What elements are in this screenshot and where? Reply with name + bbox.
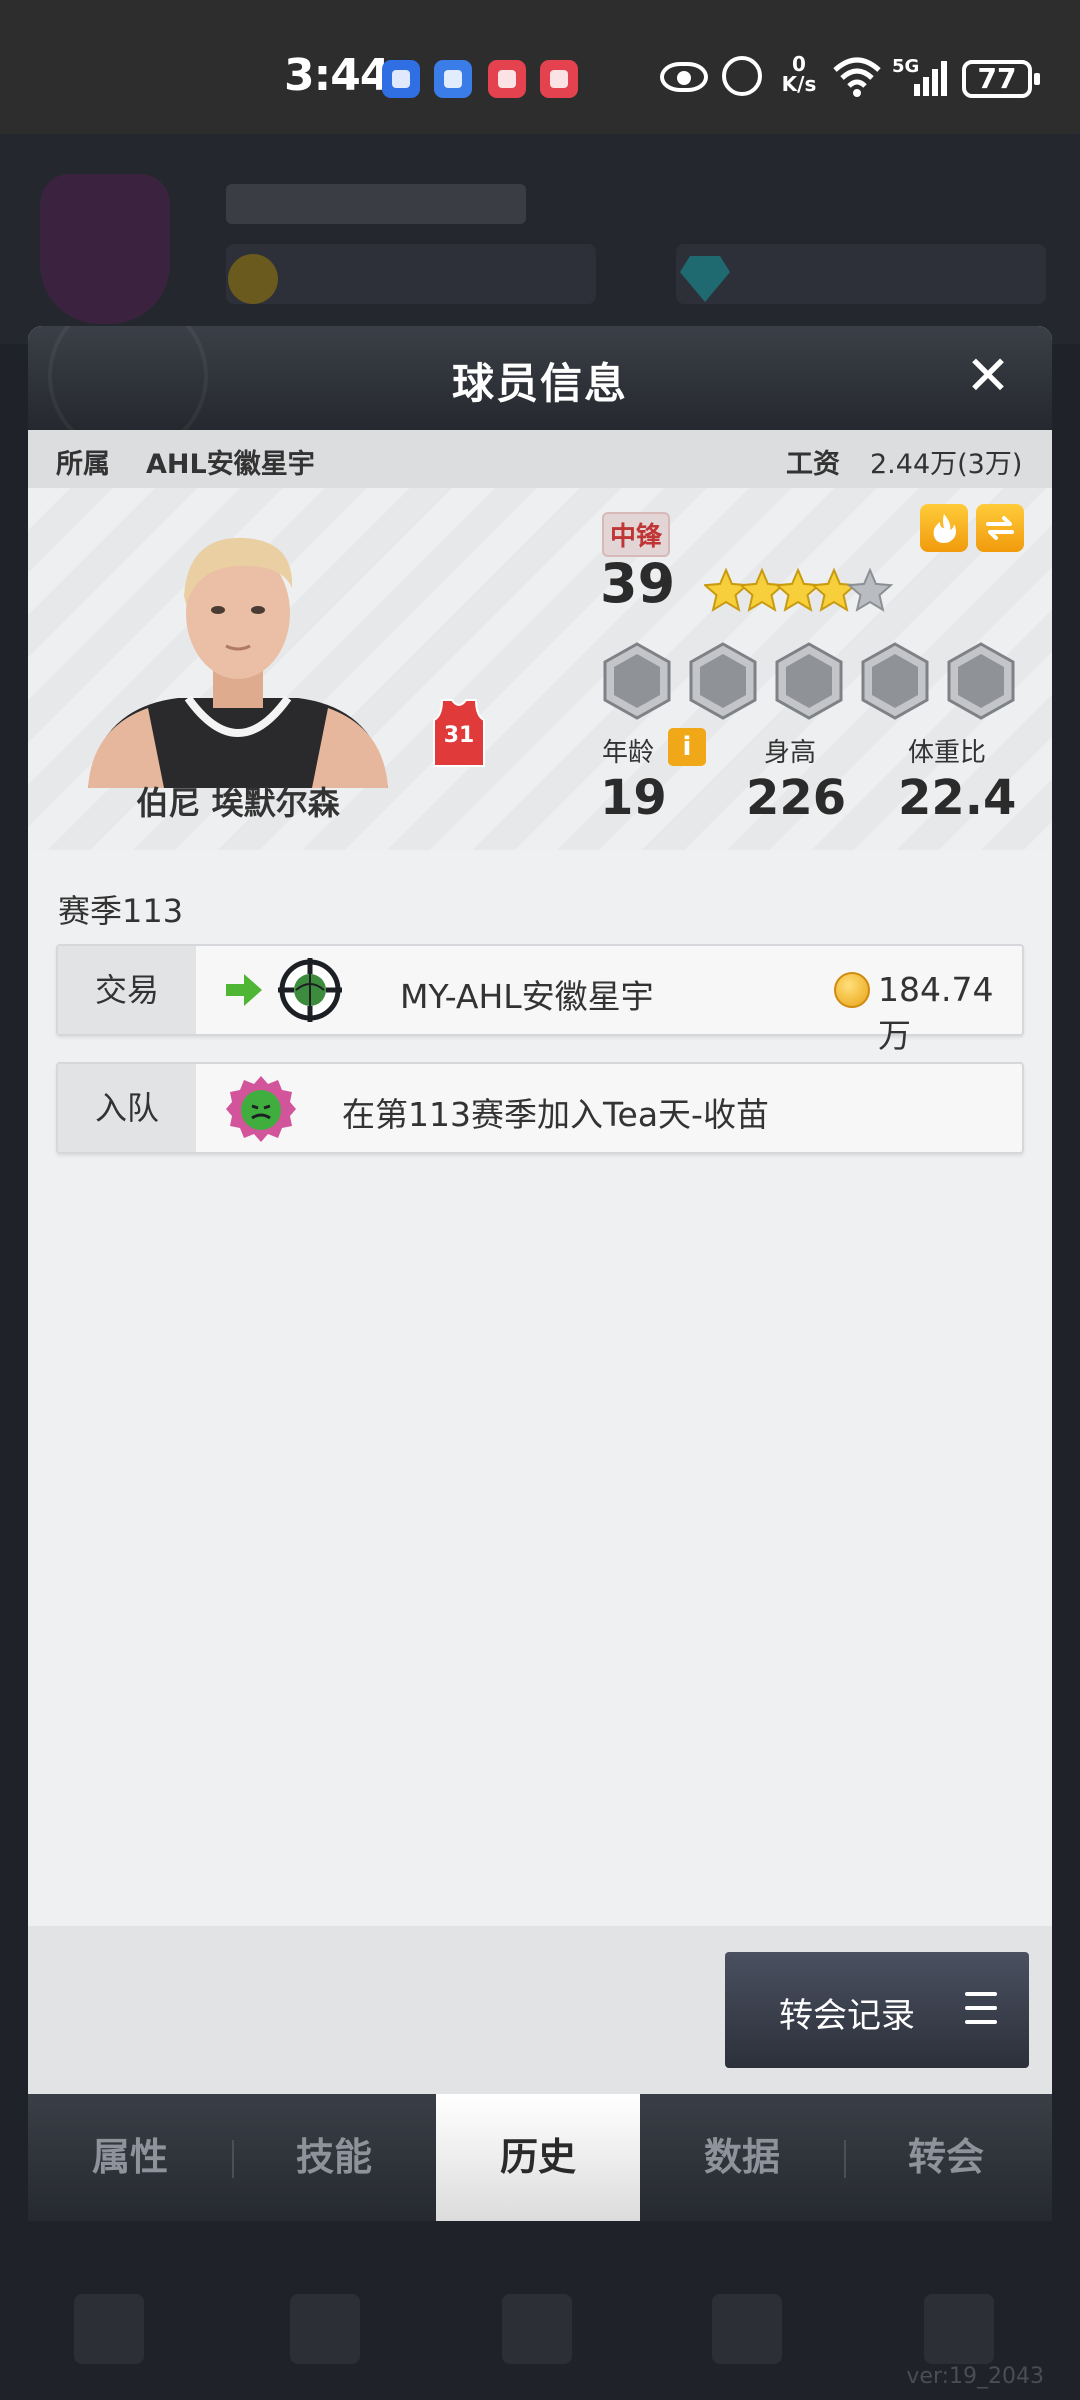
notification-app-icon	[434, 60, 472, 98]
coin-icon	[834, 972, 870, 1008]
nav-icon	[924, 2294, 994, 2364]
record-team-name: MY-AHL安徽星宇	[400, 977, 654, 1016]
player-info-modal: 球员信息 ✕ 所属 AHL安徽星宇 工资 2.44万(3万) 31 伯尼 埃默尔…	[28, 326, 1052, 2221]
fire-icon[interactable]	[920, 504, 968, 552]
age-value: 19	[600, 770, 667, 826]
star-filled-icon	[774, 567, 822, 612]
info-icon[interactable]: i	[668, 728, 706, 766]
notification-app-icon	[540, 60, 578, 98]
tab-skills[interactable]: 技能	[232, 2094, 436, 2221]
season-label: 赛季113	[58, 892, 184, 930]
team-label: 所属	[56, 449, 110, 480]
height-value: 226	[746, 770, 847, 826]
swap-icon[interactable]	[976, 504, 1024, 552]
star-filled-icon	[810, 567, 858, 612]
empty-skill-hex-icon	[946, 642, 1016, 720]
star-filled-icon	[738, 567, 786, 612]
coin-icon	[228, 254, 278, 304]
arrow-right-icon	[226, 974, 262, 1006]
tab-history[interactable]: 历史	[436, 2094, 640, 2221]
history-record-trade[interactable]: 交易 MY-AHL安徽星宇 184.74万	[56, 944, 1024, 1055]
background-gem-bar	[676, 244, 1046, 304]
empty-skill-hex-icon	[688, 642, 758, 720]
tab-stats[interactable]: 数据	[640, 2094, 844, 2221]
notification-app-icon	[488, 60, 526, 98]
background-coin-bar	[226, 244, 596, 304]
version-label: ver:19_2043	[906, 2364, 1044, 2389]
team-salary-row: 所属 AHL安徽星宇 工资 2.44万(3万)	[28, 430, 1052, 488]
player-name: 伯尼 埃默尔森	[136, 784, 340, 822]
status-bar: 3:44 0 K/s 5G 77	[0, 0, 1080, 134]
weight-ratio-label: 体重比	[908, 738, 987, 768]
nav-icon	[290, 2294, 360, 2364]
tab-bar: 属性 技能 历史 数据 转会	[28, 2094, 1052, 2221]
player-rating: 39	[600, 552, 676, 615]
tab-attributes[interactable]: 属性	[28, 2094, 232, 2221]
nav-icon	[502, 2294, 572, 2364]
nav-icon	[712, 2294, 782, 2364]
record-price: 184.74万	[878, 970, 994, 1055]
skill-hex-slots	[602, 642, 1032, 724]
empty-skill-hex-icon	[602, 642, 672, 720]
height-label: 身高	[764, 738, 817, 768]
eye-icon	[660, 62, 708, 92]
record-type-label: 交易	[58, 946, 196, 1034]
jersey-icon: 31	[433, 699, 485, 767]
notification-app-icon	[382, 60, 420, 98]
status-time: 3:44	[284, 50, 390, 101]
record-type-label: 入队	[58, 1064, 196, 1152]
signal-icon	[914, 61, 947, 96]
record-description: 在第113赛季加入Tea天-收苗	[342, 1095, 769, 1134]
star-rating	[704, 567, 894, 612]
player-portrait	[88, 537, 388, 788]
background-team-name	[226, 184, 526, 224]
wifi-icon	[833, 57, 881, 97]
net-speed: 0 K/s	[781, 52, 817, 96]
close-icon[interactable]: ✕	[958, 346, 1018, 406]
salary-value: 2.44万(3万)	[870, 449, 1023, 480]
age-label: 年龄	[602, 738, 655, 768]
player-card: 31 伯尼 埃默尔森 中锋 39 年龄 i 身高 体重比 19 226 22.4	[28, 488, 1052, 850]
team-name: AHL安徽星宇	[146, 449, 315, 480]
tab-transfer[interactable]: 转会	[844, 2094, 1048, 2221]
team-logo-icon	[226, 1076, 296, 1142]
star-filled-icon	[704, 567, 750, 612]
salary-label: 工资	[786, 449, 840, 480]
background-header	[0, 134, 1080, 344]
transfer-record-button[interactable]: 转会记录	[725, 1952, 1029, 2068]
history-record-join[interactable]: 入队 在第113赛季加入Tea天-收苗	[56, 1062, 1024, 1154]
team-logo-icon	[278, 958, 342, 1022]
transfer-record-label: 转会记录	[779, 1996, 915, 2036]
modal-header: 球员信息 ✕	[28, 326, 1052, 456]
menu-icon	[965, 1992, 997, 2026]
position-badge: 中锋	[602, 512, 671, 557]
modal-title: 球员信息	[451, 359, 628, 408]
empty-skill-hex-icon	[774, 642, 844, 720]
empty-skill-hex-icon	[860, 642, 930, 720]
nav-icon	[74, 2294, 144, 2364]
jersey-number: 31	[444, 723, 475, 748]
star-empty-icon	[846, 567, 894, 612]
battery-icon: 77	[962, 60, 1040, 98]
alarm-icon	[722, 56, 762, 96]
weight-ratio-value: 22.4	[898, 770, 1017, 826]
team-logo-icon	[40, 174, 170, 324]
